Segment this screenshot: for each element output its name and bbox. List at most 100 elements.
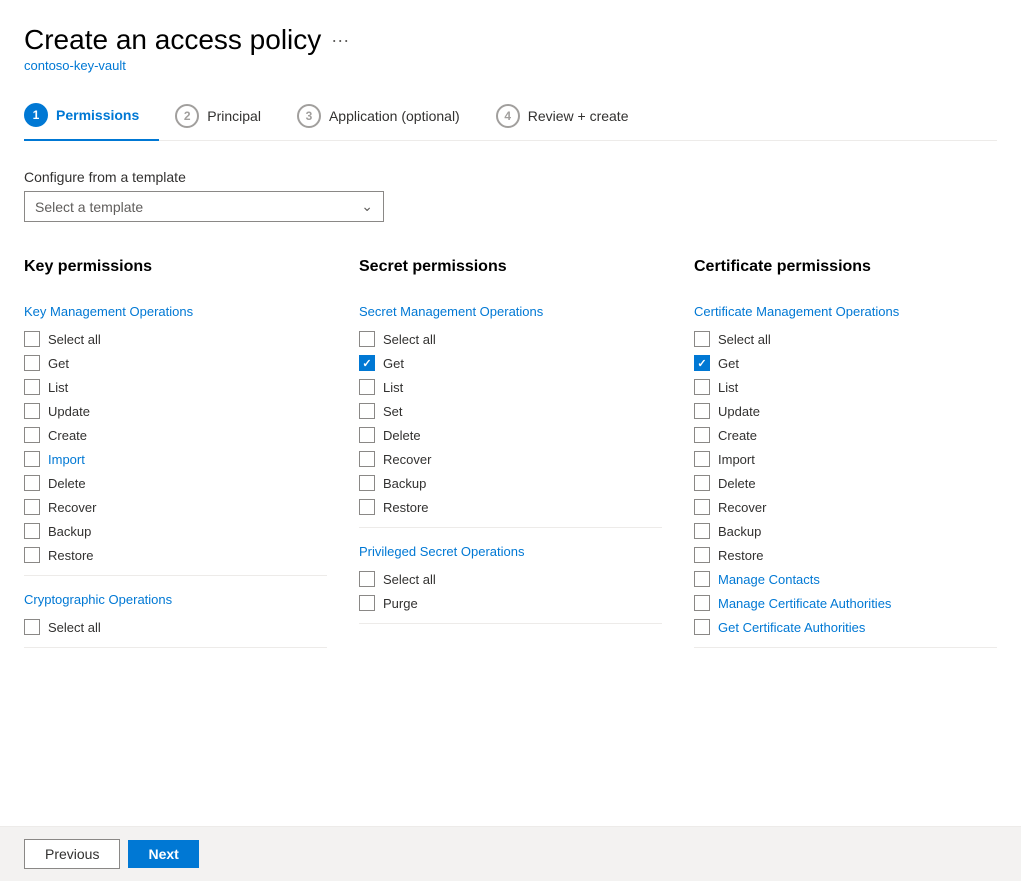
perm-item-key-crypto-select-all[interactable]: Select all <box>24 615 327 639</box>
checkbox-secret-restore[interactable] <box>359 499 375 515</box>
perm-item-key-delete[interactable]: Delete <box>24 471 327 495</box>
checkbox-key-create[interactable] <box>24 427 40 443</box>
perm-item-secret-list[interactable]: List <box>359 375 662 399</box>
perm-item-cert-manage-ca[interactable]: Manage Certificate Authorities <box>694 591 997 615</box>
checkbox-key-import[interactable] <box>24 451 40 467</box>
perm-item-key-import[interactable]: Import <box>24 447 327 471</box>
perm-item-cert-delete[interactable]: Delete <box>694 471 997 495</box>
perm-item-secret-restore[interactable]: Restore <box>359 495 662 519</box>
label-key-import: Import <box>48 452 85 467</box>
column-header-key: Key permissions <box>24 258 327 284</box>
perm-item-secret-get[interactable]: Get <box>359 351 662 375</box>
checkbox-key-update[interactable] <box>24 403 40 419</box>
perm-item-secret-delete[interactable]: Delete <box>359 423 662 447</box>
section-label-cert-0: Certificate Management Operations <box>694 304 997 319</box>
checkbox-cert-delete[interactable] <box>694 475 710 491</box>
perm-item-key-restore[interactable]: Restore <box>24 543 327 567</box>
checkbox-key-delete[interactable] <box>24 475 40 491</box>
perm-item-cert-import[interactable]: Import <box>694 447 997 471</box>
perm-item-key-select-all[interactable]: Select all <box>24 327 327 351</box>
label-cert-manage-ca: Manage Certificate Authorities <box>718 596 891 611</box>
checkbox-cert-restore[interactable] <box>694 547 710 563</box>
perm-item-cert-get-ca[interactable]: Get Certificate Authorities <box>694 615 997 639</box>
perm-item-cert-update[interactable]: Update <box>694 399 997 423</box>
perm-item-secret-backup[interactable]: Backup <box>359 471 662 495</box>
checkbox-key-backup[interactable] <box>24 523 40 539</box>
checkbox-cert-get-ca[interactable] <box>694 619 710 635</box>
ellipsis-menu[interactable]: ··· <box>331 30 349 51</box>
checkbox-key-list[interactable] <box>24 379 40 395</box>
configure-section: Configure from a template Select a templ… <box>24 169 997 222</box>
checkbox-cert-get[interactable] <box>694 355 710 371</box>
checkbox-key-get[interactable] <box>24 355 40 371</box>
perm-item-cert-restore[interactable]: Restore <box>694 543 997 567</box>
perm-list-secret-1: Select allPurge <box>359 567 662 624</box>
perm-item-key-get[interactable]: Get <box>24 351 327 375</box>
wizard-step-4[interactable]: 4 Review + create <box>496 94 649 140</box>
checkbox-cert-backup[interactable] <box>694 523 710 539</box>
perm-item-key-backup[interactable]: Backup <box>24 519 327 543</box>
step-label-2: Principal <box>207 108 261 124</box>
label-key-crypto-select-all: Select all <box>48 620 101 635</box>
section-label-secret-1: Privileged Secret Operations <box>359 544 662 559</box>
perm-item-cert-create[interactable]: Create <box>694 423 997 447</box>
checkbox-key-select-all[interactable] <box>24 331 40 347</box>
checkbox-cert-import[interactable] <box>694 451 710 467</box>
configure-label: Configure from a template <box>24 169 997 185</box>
perm-item-cert-get[interactable]: Get <box>694 351 997 375</box>
perm-item-cert-select-all[interactable]: Select all <box>694 327 997 351</box>
label-cert-select-all: Select all <box>718 332 771 347</box>
previous-button[interactable]: Previous <box>24 839 120 869</box>
checkbox-cert-select-all[interactable] <box>694 331 710 347</box>
template-dropdown[interactable]: Select a template ⌄ <box>24 191 384 222</box>
perm-item-cert-recover[interactable]: Recover <box>694 495 997 519</box>
checkbox-secret-recover[interactable] <box>359 451 375 467</box>
perm-item-secret-select-all[interactable]: Select all <box>359 327 662 351</box>
perm-item-key-update[interactable]: Update <box>24 399 327 423</box>
section-label-secret-0: Secret Management Operations <box>359 304 662 319</box>
perm-item-key-create[interactable]: Create <box>24 423 327 447</box>
checkbox-secret-select-all[interactable] <box>359 331 375 347</box>
checkbox-secret-list[interactable] <box>359 379 375 395</box>
checkbox-cert-manage-contacts[interactable] <box>694 571 710 587</box>
breadcrumb[interactable]: contoso-key-vault <box>24 58 997 73</box>
label-cert-manage-contacts: Manage Contacts <box>718 572 820 587</box>
wizard-step-1[interactable]: 1 Permissions <box>24 93 159 141</box>
checkbox-cert-update[interactable] <box>694 403 710 419</box>
label-secret-set: Set <box>383 404 403 419</box>
perm-item-cert-list[interactable]: List <box>694 375 997 399</box>
checkbox-cert-list[interactable] <box>694 379 710 395</box>
perm-item-cert-backup[interactable]: Backup <box>694 519 997 543</box>
perm-item-secret-priv-select-all[interactable]: Select all <box>359 567 662 591</box>
perm-item-secret-recover[interactable]: Recover <box>359 447 662 471</box>
step-label-1: Permissions <box>56 107 139 123</box>
wizard-step-3[interactable]: 3 Application (optional) <box>297 94 480 140</box>
label-cert-delete: Delete <box>718 476 756 491</box>
step-circle-3: 3 <box>297 104 321 128</box>
wizard-steps: 1 Permissions 2 Principal 3 Application … <box>24 93 997 141</box>
perm-item-key-list[interactable]: List <box>24 375 327 399</box>
checkbox-cert-recover[interactable] <box>694 499 710 515</box>
label-key-create: Create <box>48 428 87 443</box>
label-cert-backup: Backup <box>718 524 761 539</box>
checkbox-cert-create[interactable] <box>694 427 710 443</box>
section-label-key-1: Cryptographic Operations <box>24 592 327 607</box>
perm-item-cert-manage-contacts[interactable]: Manage Contacts <box>694 567 997 591</box>
checkbox-secret-delete[interactable] <box>359 427 375 443</box>
checkbox-cert-manage-ca[interactable] <box>694 595 710 611</box>
checkbox-key-restore[interactable] <box>24 547 40 563</box>
perm-item-secret-purge[interactable]: Purge <box>359 591 662 615</box>
perm-item-key-recover[interactable]: Recover <box>24 495 327 519</box>
perm-item-secret-set[interactable]: Set <box>359 399 662 423</box>
checkbox-key-recover[interactable] <box>24 499 40 515</box>
checkbox-secret-set[interactable] <box>359 403 375 419</box>
checkbox-secret-priv-select-all[interactable] <box>359 571 375 587</box>
next-button[interactable]: Next <box>128 840 198 868</box>
checkbox-secret-purge[interactable] <box>359 595 375 611</box>
checkbox-key-crypto-select-all[interactable] <box>24 619 40 635</box>
template-placeholder: Select a template <box>35 199 143 215</box>
checkbox-secret-get[interactable] <box>359 355 375 371</box>
checkbox-secret-backup[interactable] <box>359 475 375 491</box>
wizard-step-2[interactable]: 2 Principal <box>175 94 281 140</box>
label-secret-recover: Recover <box>383 452 431 467</box>
